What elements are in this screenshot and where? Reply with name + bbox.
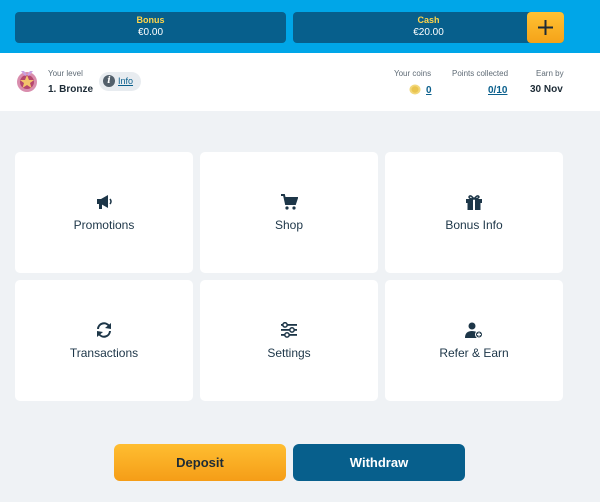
tile-transactions[interactable]: Transactions [15, 280, 193, 401]
tile-bonus-info[interactable]: Bonus Info [385, 152, 563, 273]
level-info-button[interactable]: i Info [99, 72, 141, 91]
bonus-balance: Bonus €0.00 [15, 12, 286, 43]
cash-value: €20.00 [413, 27, 444, 38]
loyalty-info-bar [0, 53, 600, 111]
sliders-icon [281, 322, 297, 338]
tile-label: Shop [274, 218, 304, 232]
level-label: Your level [48, 69, 83, 78]
tile-shop[interactable]: Shop [200, 152, 378, 273]
bronze-medal-icon [17, 71, 37, 92]
coins-label: Your coins [394, 69, 432, 78]
gift-icon [466, 195, 482, 210]
megaphone-icon [97, 195, 112, 209]
withdraw-button[interactable]: Withdraw [293, 444, 465, 481]
add-funds-button[interactable] [527, 12, 564, 43]
deposit-button[interactable]: Deposit [114, 444, 286, 481]
bonus-label: Bonus [136, 15, 165, 25]
points-label: Points collected [452, 69, 509, 78]
level-info-label: Info [118, 76, 134, 86]
tile-settings[interactable]: Settings [200, 280, 378, 401]
coin-icon [409, 84, 421, 95]
cart-icon [281, 194, 298, 210]
earn-by-label: Earn by [536, 69, 564, 78]
user-plus-icon [465, 322, 483, 338]
plus-icon [538, 20, 553, 35]
earn-by-value: 30 Nov [530, 84, 563, 95]
tile-label: Promotions [73, 218, 135, 232]
cash-balance: Cash €20.00 [293, 12, 564, 43]
coins-value[interactable]: 0 [426, 85, 432, 96]
tile-label: Refer & Earn [439, 346, 509, 360]
tile-label: Settings [267, 346, 311, 360]
info-icon: i [103, 75, 115, 87]
tile-label: Bonus Info [445, 218, 503, 232]
level-name: 1. Bronze [48, 84, 94, 95]
tile-promotions[interactable]: Promotions [15, 152, 193, 273]
bonus-value: €0.00 [137, 27, 164, 38]
tile-refer-earn[interactable]: Refer & Earn [385, 280, 563, 401]
refresh-icon [97, 322, 111, 338]
points-value[interactable]: 0/10 [488, 85, 507, 96]
tile-label: Transactions [69, 346, 139, 360]
cash-label: Cash [417, 15, 440, 25]
